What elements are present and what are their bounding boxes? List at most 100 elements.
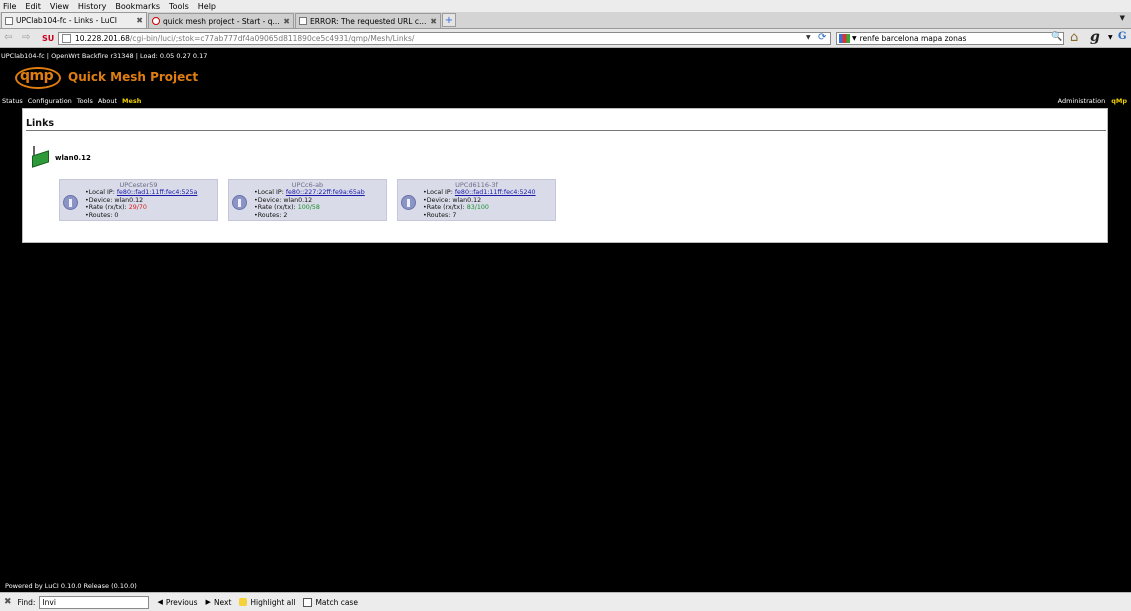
- find-bar: ✖ Find: ◀Previous ▶Next Highlight all Ma…: [0, 592, 1131, 611]
- routes-row: Routes: 0: [85, 212, 197, 220]
- back-arrow-icon[interactable]: ⇦: [4, 32, 12, 43]
- main-nav: Status Configuration Tools About Mesh: [2, 97, 146, 105]
- debian-swirl-icon: [152, 17, 160, 25]
- page-title: Links: [26, 118, 55, 129]
- highlight-all-button[interactable]: Highlight all: [239, 598, 295, 607]
- neighbor-name: UPCc6-ab: [291, 181, 324, 189]
- neighbor-card: UPCc6-ab Local IP: fe80::227:22ff:fe9a:6…: [228, 179, 387, 221]
- tab-list-chevron-icon[interactable]: ▼: [1120, 14, 1125, 22]
- wireless-card-icon: [28, 146, 52, 170]
- links-panel: Links wlan0.12 UPCester59 Local IP: fe80…: [22, 108, 1108, 243]
- search-bar[interactable]: ▼: [836, 32, 1064, 45]
- find-input[interactable]: [39, 595, 150, 609]
- tab-links-luci[interactable]: UPClab104-fc - Links - LuCI ✖: [1, 12, 147, 28]
- heading-divider: [26, 130, 1106, 131]
- google-toolbar-dropdown-icon[interactable]: ▼: [1108, 34, 1113, 41]
- local-ip-link[interactable]: fe80::fad1:11ff:fec4:525a: [117, 189, 198, 196]
- search-input[interactable]: [859, 34, 1050, 43]
- nav-administration[interactable]: Administration: [1058, 97, 1106, 105]
- routes-value: 0: [114, 211, 119, 219]
- checkbox-box[interactable]: [303, 597, 313, 607]
- page-icon: [5, 16, 13, 25]
- url-host: 10.228.201.68: [75, 34, 130, 43]
- tab-label: ERROR: The requested URL co...: [310, 16, 428, 26]
- neighbor-name: UPCester59: [119, 181, 158, 189]
- find-previous-button[interactable]: ◀ Previous: [157, 598, 197, 607]
- nav-tools[interactable]: Tools: [77, 97, 93, 105]
- device-row: Device: wlan0.12: [85, 197, 197, 205]
- forward-arrow-icon[interactable]: ⇨: [22, 32, 30, 43]
- neighbor-details: Local IP: fe80::fad1:11ff:fec4:5240 Devi…: [423, 189, 536, 219]
- local-ip-link[interactable]: fe80::fad1:11ff:fec4:5240: [455, 189, 536, 196]
- menu-help[interactable]: Help: [198, 2, 216, 11]
- powered-by-footer: Powered by LuCI 0.10.0 Release (0.10.0): [5, 582, 137, 590]
- search-engine-dropdown-icon[interactable]: ▼: [852, 35, 857, 42]
- url-history-dropdown-icon[interactable]: ▼: [806, 34, 811, 41]
- menu-bookmarks[interactable]: Bookmarks: [115, 2, 160, 11]
- local-ip-row: Local IP: fe80::fad1:11ff:fec4:525a: [85, 189, 198, 197]
- neighbor-name: UPCd6116-3f: [455, 181, 498, 189]
- local-ip-link[interactable]: fe80::227:22ff:fe9a:65ab: [286, 189, 365, 196]
- nav-about[interactable]: About: [98, 97, 117, 105]
- nav-mesh[interactable]: Mesh: [122, 97, 141, 105]
- google-toolbar-icon[interactable]: g: [1090, 29, 1100, 45]
- rate-value: 100/58: [297, 204, 320, 212]
- neighbor-card: UPCester59 Local IP: fe80::fad1:11ff:fec…: [59, 179, 218, 221]
- menu-edit[interactable]: Edit: [25, 2, 41, 11]
- reload-icon[interactable]: ⟳: [818, 32, 826, 43]
- google-extension-icon[interactable]: G: [1118, 31, 1127, 42]
- home-icon[interactable]: ⌂: [1070, 30, 1078, 45]
- node-antenna-icon: [232, 195, 247, 210]
- menu-tools[interactable]: Tools: [169, 2, 189, 11]
- node-antenna-icon: [401, 195, 416, 210]
- mode-nav: Administration qMp: [1052, 97, 1127, 105]
- local-ip-row: Local IP: fe80::fad1:11ff:fec4:5240: [423, 189, 536, 197]
- rate-row: Rate (rx/tx): 100/58: [254, 204, 365, 212]
- node-antenna-icon: [63, 195, 78, 210]
- device-value: wlan0.12: [114, 196, 144, 204]
- stumbleupon-icon[interactable]: SU: [42, 34, 54, 43]
- interface-name: wlan0.12: [55, 154, 91, 162]
- search-engine-icon[interactable]: [839, 34, 850, 43]
- tab-quick-mesh-project[interactable]: quick mesh project - Start - q... ✖: [148, 13, 294, 28]
- neighbor-details: Local IP: fe80::227:22ff:fe9a:65ab Devic…: [254, 189, 365, 219]
- nav-configuration[interactable]: Configuration: [28, 97, 72, 105]
- menu-view[interactable]: View: [50, 2, 69, 11]
- nav-status[interactable]: Status: [2, 97, 23, 105]
- local-ip-row: Local IP: fe80::227:22ff:fe9a:65ab: [254, 189, 365, 197]
- app-title: Quick Mesh Project: [68, 70, 199, 84]
- url-bar[interactable]: 10.228.201.68/cgi-bin/luci/;stok=c77ab77…: [58, 32, 831, 45]
- qmp-logo[interactable]: qmp: [15, 67, 61, 89]
- close-find-bar-icon[interactable]: ✖: [4, 597, 12, 607]
- menu-history[interactable]: History: [78, 2, 106, 11]
- search-magnifier-icon[interactable]: 🔍: [1051, 32, 1062, 42]
- neighbor-card: UPCd6116-3f Local IP: fe80::fad1:11ff:fe…: [397, 179, 556, 221]
- rate-row: Rate (rx/tx): 29/70: [85, 204, 197, 212]
- host-info: UPClab104-fc | OpenWrt Backfire r31348 |…: [1, 52, 208, 60]
- arrow-right-icon: ▶: [205, 598, 211, 606]
- neighbor-details: Local IP: fe80::fad1:11ff:fec4:525a Devi…: [85, 189, 198, 220]
- tab-error[interactable]: ERROR: The requested URL co... ✖: [295, 13, 441, 28]
- rate-value: 29/70: [128, 204, 147, 212]
- device-row: Device: wlan0.12: [254, 197, 365, 205]
- interface-header: wlan0.12: [28, 146, 91, 170]
- match-case-checkbox[interactable]: Match case: [303, 597, 358, 607]
- arrow-left-icon: ◀: [157, 598, 163, 606]
- menu-bar: File Edit View History Bookmarks Tools H…: [0, 0, 1131, 12]
- menu-file[interactable]: File: [3, 2, 16, 11]
- nav-qmp[interactable]: qMp: [1111, 97, 1127, 105]
- site-identity-icon[interactable]: [62, 34, 71, 43]
- close-tab-icon[interactable]: ✖: [430, 17, 437, 26]
- new-tab-button[interactable]: +: [442, 13, 456, 27]
- page-icon: [299, 17, 307, 25]
- find-next-button[interactable]: ▶ Next: [206, 598, 232, 607]
- device-row: Device: wlan0.12: [423, 197, 536, 205]
- navigation-toolbar: ⇦ ⇨ SU 10.228.201.68/cgi-bin/luci/;stok=…: [0, 29, 1131, 48]
- close-tab-icon[interactable]: ✖: [136, 16, 143, 25]
- rate-row: Rate (rx/tx): 83/100: [423, 204, 536, 212]
- close-tab-icon[interactable]: ✖: [283, 17, 290, 26]
- device-value: wlan0.12: [452, 196, 482, 204]
- rate-value: 83/100: [466, 204, 489, 212]
- routes-value: 7: [452, 211, 457, 219]
- routes-value: 2: [283, 211, 288, 219]
